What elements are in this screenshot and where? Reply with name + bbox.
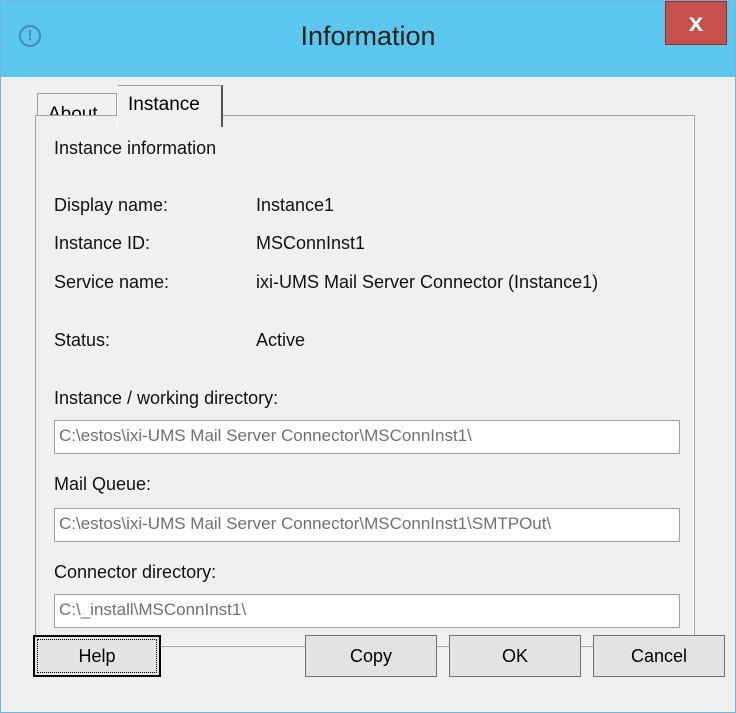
connector-directory-label: Connector directory:	[54, 562, 217, 582]
focus-rectangle	[37, 639, 157, 673]
close-button[interactable]: x	[665, 1, 727, 45]
working-directory-label: Instance / working directory:	[54, 388, 279, 408]
display-name-label: Display name:	[54, 195, 169, 215]
title-bar[interactable]: ! Information x	[1, 1, 735, 77]
display-name-value: Instance1	[256, 195, 335, 215]
information-dialog: ! Information x About Instance Instance …	[0, 0, 736, 713]
service-name-label: Service name:	[54, 272, 170, 292]
help-button[interactable]: Help	[33, 635, 161, 677]
connector-directory-field[interactable]: C:\_install\MSConnInst1\	[54, 594, 680, 628]
instance-id-value: MSConnInst1	[256, 233, 366, 253]
dialog-body: About Instance Instance information Disp…	[13, 77, 725, 701]
working-directory-field[interactable]: C:\estos\ixi-UMS Mail Server Connector\M…	[54, 420, 680, 454]
status-value: Active	[256, 330, 306, 350]
status-label: Status:	[54, 330, 111, 350]
instance-panel: Instance information Display name: Insta…	[35, 115, 695, 647]
instance-id-label: Instance ID:	[54, 233, 151, 253]
ok-button[interactable]: OK	[449, 635, 581, 677]
mail-queue-field[interactable]: C:\estos\ixi-UMS Mail Server Connector\M…	[54, 508, 680, 542]
copy-button[interactable]: Copy	[305, 635, 437, 677]
mail-queue-label: Mail Queue:	[54, 474, 152, 494]
section-heading: Instance information	[54, 138, 217, 158]
tab-instance[interactable]: Instance	[117, 85, 223, 127]
service-name-value: ixi-UMS Mail Server Connector (Instance1…	[256, 272, 599, 292]
cancel-button[interactable]: Cancel	[593, 635, 725, 677]
window-title: Information	[300, 21, 436, 51]
